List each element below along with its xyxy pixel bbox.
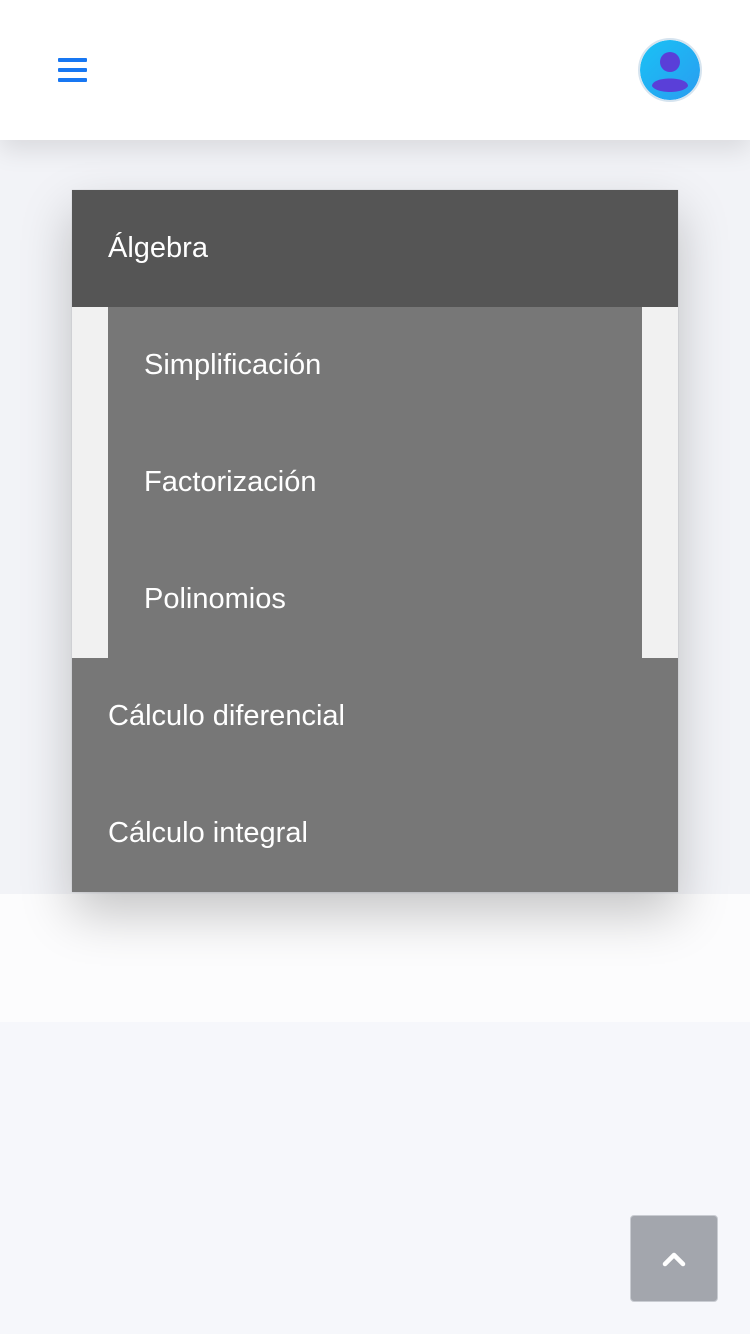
user-avatar-icon[interactable] xyxy=(638,38,702,102)
top-bar xyxy=(0,0,750,140)
chevron-up-icon xyxy=(662,1252,686,1266)
scroll-to-top-button[interactable] xyxy=(630,1215,718,1302)
hamburger-menu-icon[interactable] xyxy=(50,48,94,92)
menu-item-label: Cálculo diferencial xyxy=(108,700,345,732)
submenu-item-polinomios[interactable]: Polinomios xyxy=(108,541,642,658)
submenu-item-label: Factorización xyxy=(144,466,317,498)
hamburger-line xyxy=(57,78,87,82)
hamburger-line xyxy=(57,68,87,72)
submenu-item-label: Polinomios xyxy=(144,583,286,615)
menu-item-algebra[interactable]: Álgebra xyxy=(72,190,678,307)
submenu-item-label: Simplificación xyxy=(144,349,322,381)
menu-item-label: Álgebra xyxy=(108,232,208,264)
algebra-submenu: Simplificación Factorización Polinomios xyxy=(108,307,642,658)
menu-item-calculo-diferencial[interactable]: Cálculo diferencial xyxy=(72,658,678,775)
menu-item-calculo-integral[interactable]: Cálculo integral xyxy=(72,775,678,892)
content-footer-band xyxy=(0,894,750,1022)
hamburger-line xyxy=(57,58,87,62)
avatar-graphic xyxy=(640,40,700,100)
submenu-item-factorizacion[interactable]: Factorización xyxy=(108,424,642,541)
submenu-item-simplificacion[interactable]: Simplificación xyxy=(108,307,642,424)
category-menu: Álgebra Simplificación Factorización Pol… xyxy=(72,190,678,892)
menu-item-label: Cálculo integral xyxy=(108,817,308,849)
